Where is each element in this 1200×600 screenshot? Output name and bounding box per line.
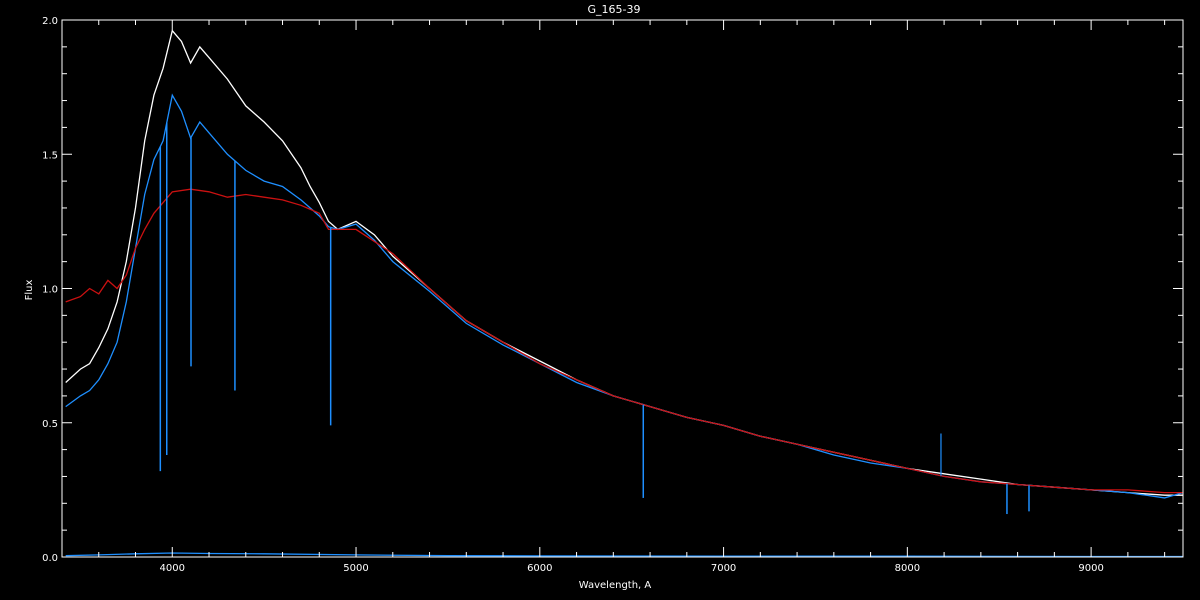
x-tick-label: 8000 bbox=[895, 563, 920, 574]
y-tick-label: 1.0 bbox=[42, 285, 58, 296]
y-axis-label: Flux bbox=[24, 280, 35, 301]
x-tick-label: 6000 bbox=[527, 563, 552, 574]
y-tick-label: 0.5 bbox=[42, 419, 58, 430]
y-tick-label: 2.0 bbox=[42, 16, 58, 27]
chart-title: G_165-39 bbox=[588, 3, 641, 16]
y-tick-label: 0.0 bbox=[42, 553, 58, 564]
x-tick-label: 4000 bbox=[160, 563, 185, 574]
x-tick-label: 9000 bbox=[1078, 563, 1103, 574]
chart-background bbox=[0, 0, 1200, 600]
chart-canvas: G_165-39 Wavelength, A Flux 4000 5000 6000… bbox=[0, 0, 1200, 600]
y-tick-label: 1.5 bbox=[42, 150, 58, 161]
x-tick-label: 7000 bbox=[711, 563, 736, 574]
spectrum-chart: G_165-39 Wavelength, A Flux 4000 5000 6000… bbox=[0, 0, 1200, 600]
x-axis-label: Wavelength, A bbox=[579, 580, 652, 591]
x-tick-label: 5000 bbox=[343, 563, 368, 574]
